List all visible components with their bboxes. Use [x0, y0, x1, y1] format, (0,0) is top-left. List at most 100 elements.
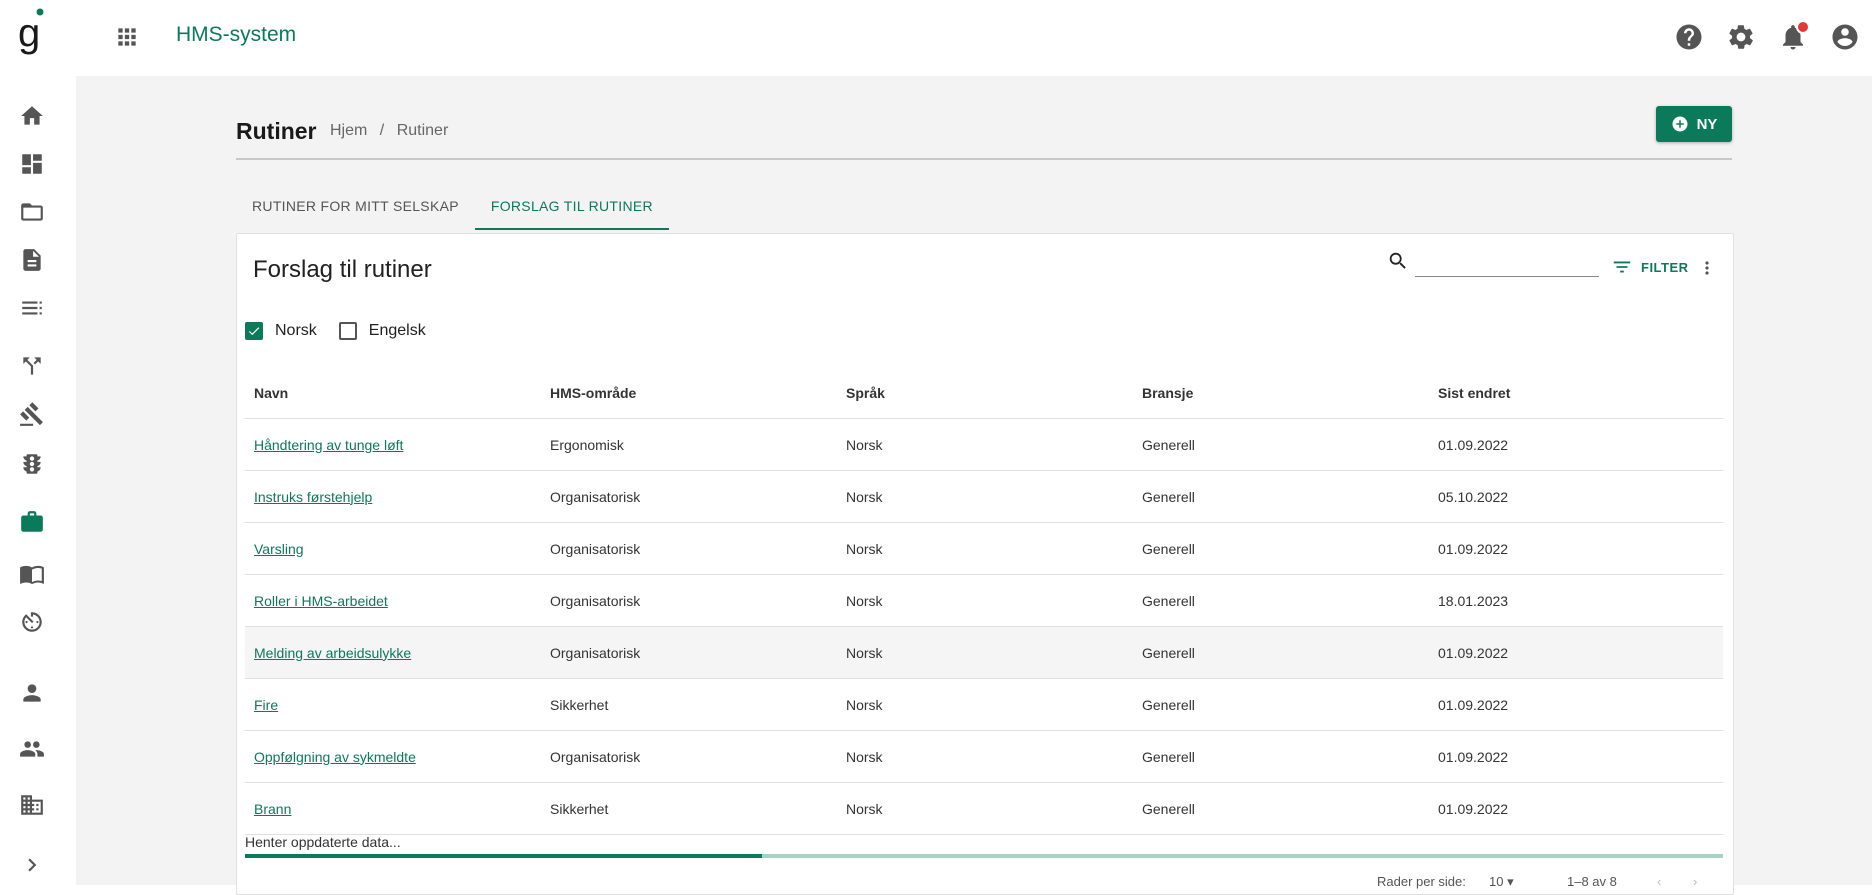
routine-link[interactable]: Fire: [254, 697, 278, 713]
sidebar: g: [0, 0, 76, 885]
table-row[interactable]: Brann Sikkerhet Norsk Generell 01.09.202…: [245, 782, 1723, 835]
routine-link[interactable]: Roller i HMS-arbeidet: [254, 593, 388, 609]
cell-industry: Generell: [1133, 678, 1429, 731]
cell-language: Norsk: [837, 678, 1133, 731]
home-icon[interactable]: [18, 102, 46, 130]
apps-grid-icon[interactable]: [114, 24, 140, 50]
cell-date: 01.09.2022: [1429, 626, 1723, 679]
engelsk-label[interactable]: Engelsk: [369, 322, 426, 340]
page-title: Rutiner: [236, 118, 317, 144]
table-row[interactable]: Melding av arbeidsulykke Organisatorisk …: [245, 626, 1723, 679]
breadcrumb-current: Rutiner: [396, 122, 449, 139]
column-header-bransje[interactable]: Bransje: [1133, 368, 1429, 419]
cell-language: Norsk: [837, 418, 1133, 471]
filter-button[interactable]: FILTER: [1611, 256, 1689, 278]
pagination: Rader per side: 10 ▾ 1–8 av 8 ‹ ›: [237, 874, 1733, 894]
table-header-row: Navn HMS-område Språk Bransje Sist endre…: [245, 368, 1723, 419]
table-row[interactable]: Oppfølgning av sykmeldte Organisatorisk …: [245, 730, 1723, 783]
norsk-checkbox[interactable]: [245, 322, 263, 340]
cell-date: 18.01.2023: [1429, 574, 1723, 627]
account-avatar-icon[interactable]: [1830, 22, 1860, 52]
gavel-icon[interactable]: [18, 400, 46, 428]
building-icon[interactable]: [18, 791, 46, 819]
cell-name: Roller i HMS-arbeidet: [245, 574, 541, 627]
table-row[interactable]: Fire Sikkerhet Norsk Generell 01.09.2022: [245, 678, 1723, 731]
cell-language: Norsk: [837, 522, 1133, 575]
search-input[interactable]: [1415, 250, 1599, 277]
routines-card: Forslag til rutiner FILTER Norsk Engelsk…: [236, 233, 1734, 895]
cell-area: Organisatorisk: [541, 730, 837, 783]
column-header-navn[interactable]: Navn: [245, 368, 541, 419]
cell-date: 01.09.2022: [1429, 418, 1723, 471]
routine-link[interactable]: Håndtering av tunge løft: [254, 437, 403, 453]
table-row[interactable]: Roller i HMS-arbeidet Organisatorisk Nor…: [245, 574, 1723, 627]
rows-per-page-select[interactable]: 10 ▾: [1489, 874, 1514, 890]
new-routine-button[interactable]: NY: [1656, 106, 1732, 142]
cell-date: 01.09.2022: [1429, 782, 1723, 835]
next-page-icon[interactable]: ›: [1693, 874, 1697, 889]
language-filter: Norsk Engelsk: [245, 322, 448, 340]
routine-link[interactable]: Melding av arbeidsulykke: [254, 645, 411, 661]
document-icon[interactable]: [18, 246, 46, 274]
app-title[interactable]: HMS-system: [176, 23, 296, 47]
cell-industry: Generell: [1133, 574, 1429, 627]
person-icon[interactable]: [18, 679, 46, 707]
add-circle-icon: [1672, 116, 1688, 132]
traffic-light-icon[interactable]: [18, 450, 46, 478]
top-bar: HMS-system: [76, 0, 1872, 76]
table-row[interactable]: Varsling Organisatorisk Norsk Generell 0…: [245, 522, 1723, 575]
routine-link[interactable]: Brann: [254, 801, 291, 817]
column-header-hms-omrade[interactable]: HMS-område: [541, 368, 837, 419]
pagination-range: 1–8 av 8: [1567, 874, 1617, 889]
rows-per-page-label: Rader per side:: [1377, 874, 1466, 889]
column-header-sist-endret[interactable]: Sist endret: [1429, 368, 1723, 419]
routine-link[interactable]: Varsling: [254, 541, 304, 557]
merge-icon[interactable]: [18, 352, 46, 380]
group-icon[interactable]: [18, 735, 46, 763]
app-logo[interactable]: g: [18, 8, 48, 64]
book-icon[interactable]: [18, 560, 46, 588]
tab-rutiner-for-mitt-selskap[interactable]: RUTINER FOR MITT SELSKAP: [236, 186, 475, 228]
check-icon: [248, 327, 260, 336]
previous-page-icon[interactable]: ‹: [1657, 874, 1661, 889]
cell-name: Håndtering av tunge løft: [245, 418, 541, 471]
filter-label: FILTER: [1641, 259, 1689, 275]
tabs: RUTINER FOR MITT SELSKAP FORSLAG TIL RUT…: [236, 186, 669, 230]
cell-date: 05.10.2022: [1429, 470, 1723, 523]
engelsk-checkbox[interactable]: [338, 322, 357, 340]
routines-table: Navn HMS-område Språk Bransje Sist endre…: [245, 368, 1723, 835]
routine-link[interactable]: Instruks førstehjelp: [254, 489, 372, 505]
cell-area: Ergonomisk: [541, 418, 837, 471]
loading-progress-bar: [245, 854, 1723, 858]
table-row[interactable]: Instruks førstehjelp Organisatorisk Nors…: [245, 470, 1723, 523]
cell-name: Oppfølgning av sykmeldte: [245, 730, 541, 783]
chevron-right-icon[interactable]: [18, 851, 46, 879]
settings-gear-icon[interactable]: [1726, 22, 1756, 52]
list-icon[interactable]: [18, 294, 46, 322]
table-row[interactable]: Håndtering av tunge løft Ergonomisk Nors…: [245, 418, 1723, 471]
routine-link[interactable]: Oppfølgning av sykmeldte: [254, 749, 416, 765]
tab-forslag-til-rutiner[interactable]: FORSLAG TIL RUTINER: [474, 186, 669, 230]
card-title: Forslag til rutiner: [253, 256, 432, 283]
filter-icon: [1613, 261, 1631, 273]
help-icon[interactable]: [1674, 22, 1704, 52]
cell-name: Brann: [245, 782, 541, 835]
cell-area: Organisatorisk: [541, 522, 837, 575]
timer-icon[interactable]: [18, 608, 46, 636]
cell-language: Norsk: [837, 730, 1133, 783]
folder-icon[interactable]: [18, 198, 46, 226]
cell-area: Organisatorisk: [541, 626, 837, 679]
notifications-bell-icon[interactable]: [1778, 20, 1810, 52]
norsk-label[interactable]: Norsk: [275, 322, 317, 340]
briefcase-icon[interactable]: [18, 508, 46, 536]
cell-date: 01.09.2022: [1429, 522, 1723, 575]
more-options-icon[interactable]: [1697, 258, 1717, 278]
new-button-label: NY: [1696, 115, 1718, 133]
dashboard-icon[interactable]: [18, 150, 46, 178]
search-icon[interactable]: [1387, 250, 1409, 272]
dropdown-arrow-icon: ▾: [1507, 874, 1514, 889]
breadcrumb-home[interactable]: Hjem: [330, 122, 367, 139]
cell-name: Varsling: [245, 522, 541, 575]
cell-industry: Generell: [1133, 626, 1429, 679]
column-header-sprak[interactable]: Språk: [837, 368, 1133, 419]
